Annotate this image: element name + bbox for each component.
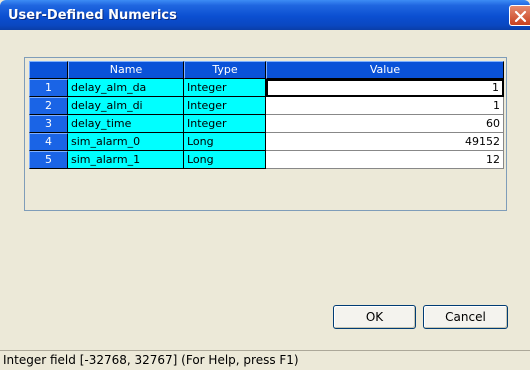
type-cell[interactable]: Integer (184, 115, 266, 133)
value-cell[interactable]: 1 (266, 97, 504, 115)
grid-corner-cell[interactable] (29, 61, 68, 79)
close-icon (514, 10, 527, 23)
numerics-grid: Name Type Value 1 delay_alm_da Integer 1… (24, 57, 507, 211)
value-cell[interactable]: 49152 (266, 133, 504, 151)
value-cell[interactable]: 60 (266, 115, 504, 133)
column-header-name[interactable]: Name (68, 61, 184, 79)
row-number[interactable]: 2 (29, 97, 68, 115)
close-button[interactable] (509, 5, 530, 26)
type-cell[interactable]: Long (184, 133, 266, 151)
dialog-client: Name Type Value 1 delay_alm_da Integer 1… (0, 30, 530, 369)
cancel-button[interactable]: Cancel (423, 305, 508, 329)
row-number[interactable]: 1 (29, 79, 68, 97)
row-number[interactable]: 3 (29, 115, 68, 133)
title-bar[interactable]: User-Defined Numerics (0, 0, 530, 30)
name-cell[interactable]: delay_time (68, 115, 184, 133)
name-cell[interactable]: delay_alm_di (68, 97, 184, 115)
window-title: User-Defined Numerics (8, 8, 177, 23)
ok-button[interactable]: OK (333, 305, 416, 329)
type-cell[interactable]: Integer (184, 97, 266, 115)
status-bar: Integer field [-32768, 32767] (For Help,… (0, 350, 530, 369)
type-cell[interactable]: Long (184, 151, 266, 169)
row-number[interactable]: 4 (29, 133, 68, 151)
value-cell[interactable]: 12 (266, 151, 504, 169)
column-header-value[interactable]: Value (266, 61, 504, 79)
name-cell[interactable]: delay_alm_da (68, 79, 184, 97)
column-header-type[interactable]: Type (184, 61, 266, 79)
value-cell[interactable]: 1 (266, 79, 504, 97)
type-cell[interactable]: Integer (184, 79, 266, 97)
name-cell[interactable]: sim_alarm_1 (68, 151, 184, 169)
row-number[interactable]: 5 (29, 151, 68, 169)
name-cell[interactable]: sim_alarm_0 (68, 133, 184, 151)
